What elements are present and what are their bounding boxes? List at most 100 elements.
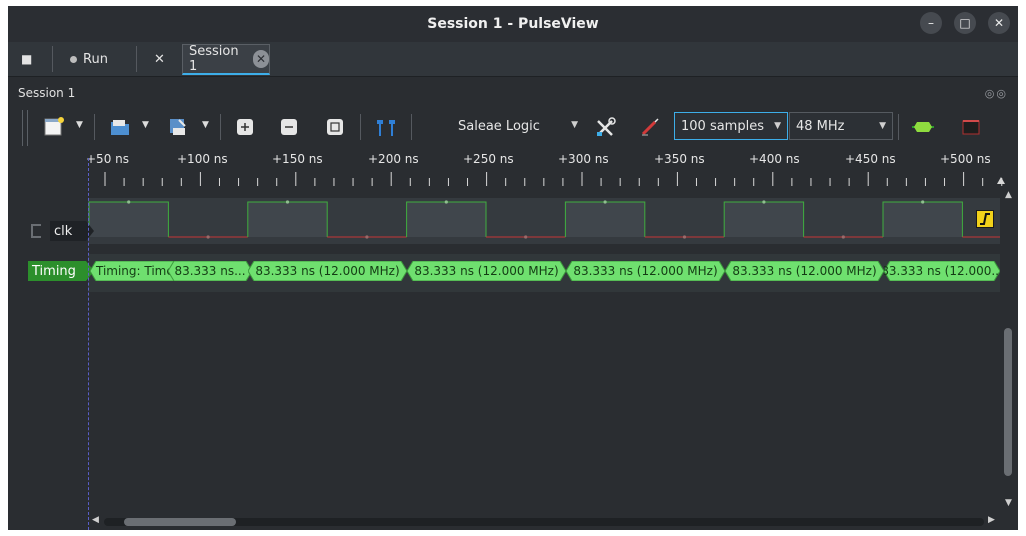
device-toolbar: ▼ ▼ ▼ Saleae Logic ▼ 100 samples ▼ 48 MH… (8, 106, 1018, 148)
timing-annotation[interactable]: 83.333 ns (12.000... (884, 261, 1000, 281)
chevron-down-icon: ▼ (879, 121, 886, 131)
scrollbar-thumb[interactable] (1004, 328, 1012, 476)
zoom-fit-icon[interactable] (324, 116, 346, 138)
sample-count-value: 100 samples (681, 118, 764, 134)
sample-dot (762, 200, 766, 204)
zoom-out-icon[interactable] (278, 116, 300, 138)
chevron-down-icon[interactable]: ▼ (202, 120, 209, 130)
close-button[interactable]: ✕ (988, 12, 1010, 34)
sample-dot (524, 235, 528, 239)
sample-dot (444, 200, 448, 204)
run-label: Run (83, 51, 108, 67)
scroll-up-icon[interactable]: ▲ (1005, 190, 1012, 200)
annotation-text: 83.333 ns... (174, 264, 246, 278)
timing-annotation[interactable]: 83.333 ns (12.000 MHz) (566, 261, 725, 281)
horizontal-scrollbar[interactable]: ◀ ▶ (88, 514, 1000, 528)
stop-icon: ■ (21, 52, 33, 66)
scrollbar-thumb[interactable] (124, 518, 236, 526)
ruler-ticks (104, 172, 1005, 186)
clk-high-fill (406, 202, 486, 237)
sample-dot (127, 200, 131, 204)
scroll-left-icon[interactable]: ◀ (92, 515, 99, 525)
cursor-icon[interactable] (374, 116, 398, 138)
annotation-text: 83.333 ns (12.000 MHz) (732, 264, 877, 278)
sample-dot (285, 200, 290, 204)
sample-dot (841, 235, 845, 239)
annotation-text: 83.333 ns (12.000 MHz) (573, 264, 718, 278)
sample-count-select[interactable]: 100 samples ▼ (674, 112, 788, 140)
title-bar: Session 1 - PulseView – □ ✕ (8, 6, 1018, 42)
new-session-icon[interactable] (42, 116, 66, 138)
device-label: Saleae Logic (458, 118, 540, 134)
stop-button[interactable]: ■ (21, 42, 32, 76)
maximize-button[interactable]: □ (954, 12, 976, 34)
trace-viewport[interactable]: clk Timing Timing: Times 83.333 ns... 83.3… (8, 158, 1018, 530)
minimize-button[interactable]: – (920, 12, 942, 34)
add-decoder-icon[interactable] (910, 116, 936, 138)
scroll-right-icon[interactable]: ▶ (988, 515, 995, 525)
toolbar-separator (220, 114, 221, 140)
time-marker-line (88, 158, 89, 530)
sample-dot (603, 200, 607, 204)
configure-device-icon[interactable] (594, 116, 618, 138)
samplerate-value: 48 MHz (796, 118, 845, 134)
annotation-text: 83.333 ns (12.000... (884, 264, 1000, 278)
toolbar-separator (136, 46, 137, 72)
clk-high-fill (883, 202, 963, 237)
toolbar-separator (411, 114, 412, 140)
run-button[interactable]: Run (70, 42, 108, 76)
channel-label-clk[interactable]: clk (50, 221, 86, 241)
toolbar-separator (52, 46, 53, 72)
sample-dot (206, 235, 210, 239)
chevron-down-icon: ▼ (571, 120, 578, 130)
settings-button[interactable]: ✕ (154, 42, 165, 76)
session-dock-header: Session 1 ◎◎ (8, 82, 1018, 104)
chevron-down-icon: ▼ (774, 121, 781, 131)
time-ruler[interactable]: +50 ns +100 ns +150 ns +200 ns +250 ns +… (8, 148, 1018, 188)
channel-name: Timing (32, 263, 76, 279)
save-icon[interactable] (166, 116, 190, 138)
channel-name: clk (54, 223, 73, 239)
open-file-icon[interactable] (108, 116, 132, 138)
samplerate-select[interactable]: 48 MHz ▼ (789, 112, 893, 140)
timing-annotation[interactable]: 83.333 ns... (168, 261, 252, 281)
annotation-text: 83.333 ns (12.000 MHz) (414, 264, 559, 278)
chevron-down-icon[interactable]: ▼ (142, 120, 149, 130)
clk-high-fill (89, 202, 169, 237)
timing-annotation[interactable]: 83.333 ns (12.000 MHz) (248, 261, 407, 281)
annotation-text: 83.333 ns (12.000 MHz) (255, 264, 400, 278)
probe-icon[interactable] (638, 116, 662, 138)
tools-icon: ✕ (154, 51, 165, 67)
sample-dot (682, 235, 687, 239)
tab-label: Session 1 (189, 44, 239, 74)
vertical-scrollbar[interactable]: ▲ ▼ (1000, 188, 1018, 530)
dock-buttons[interactable]: ◎◎ (985, 87, 1008, 100)
scrollbar-track (104, 518, 984, 526)
channel-label-timing[interactable]: Timing (28, 261, 86, 281)
sample-dot (365, 235, 369, 239)
timing-annotation[interactable]: 83.333 ns (12.000 MHz) (407, 261, 566, 281)
clk-high-fill (724, 202, 804, 237)
logic-channel-icon (31, 224, 41, 238)
trigger-icon[interactable] (976, 210, 994, 228)
device-selector[interactable]: Saleae Logic ▼ (450, 112, 584, 140)
tab-close-icon[interactable]: ✕ (253, 50, 269, 68)
clk-high-fill (565, 202, 645, 237)
record-dot-icon (70, 55, 77, 63)
timing-annotation[interactable]: 83.333 ns (12.000 MHz) (725, 261, 884, 281)
window-title: Session 1 - PulseView (427, 16, 599, 32)
session-label: Session 1 (18, 86, 76, 100)
scroll-down-icon[interactable]: ▼ (1005, 498, 1012, 508)
window-controls: – □ ✕ (920, 12, 1010, 34)
clk-waveform (88, 200, 1000, 239)
pulseview-window: Session 1 - PulseView – □ ✕ ■ Run ✕ Sess… (8, 6, 1018, 530)
chevron-down-icon[interactable]: ▼ (76, 120, 83, 130)
math-channel-icon[interactable] (960, 116, 982, 138)
zoom-in-icon[interactable] (234, 116, 256, 138)
tab-session-1[interactable]: Session 1 ✕ (182, 44, 270, 75)
sample-dot (921, 200, 925, 204)
toolbar-separator (360, 114, 361, 140)
toolbar-separator (898, 114, 899, 140)
clk-high-fill (247, 202, 328, 237)
main-toolbar: ■ Run ✕ Session 1 ✕ (8, 42, 1018, 77)
